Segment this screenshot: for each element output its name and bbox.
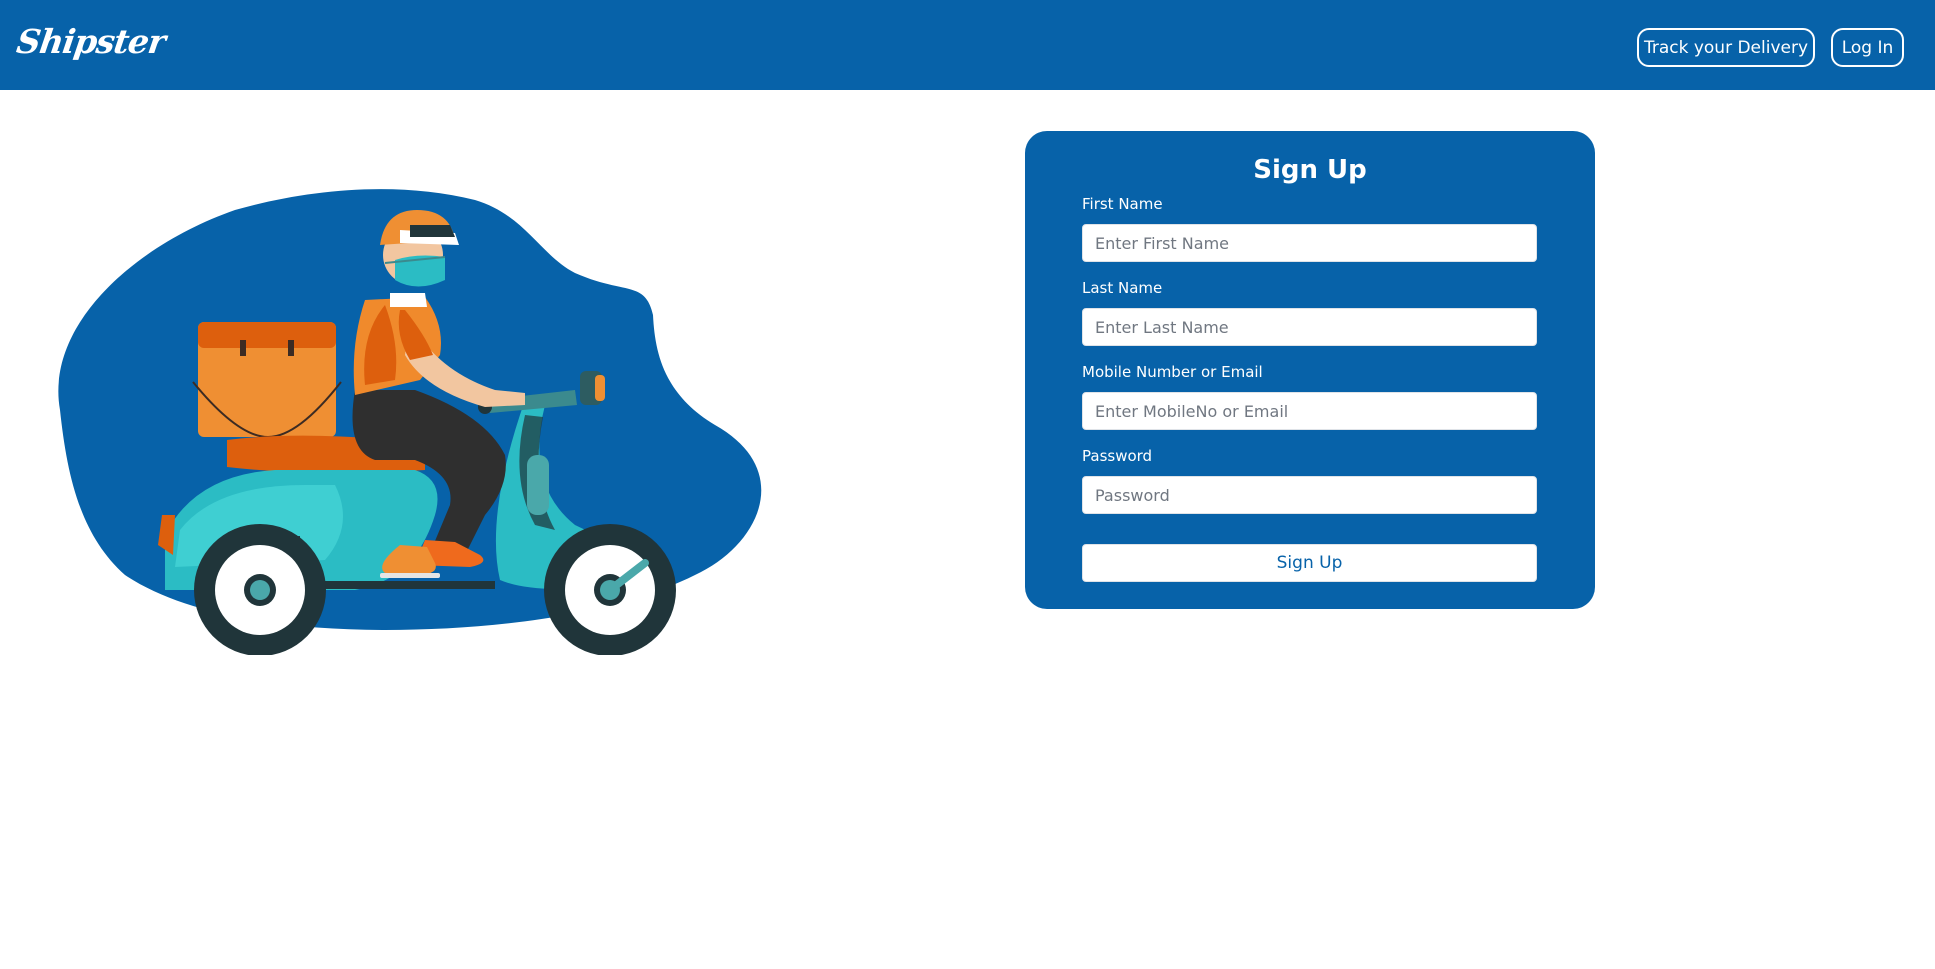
rear-wheel xyxy=(194,524,326,656)
top-navigation-bar: Shipster Track your Delivery Log In xyxy=(0,0,1935,90)
password-label: Password xyxy=(1082,447,1153,465)
brand-logo[interactable]: Shipster xyxy=(14,22,167,61)
last-name-label: Last Name xyxy=(1082,279,1163,297)
signup-form: Sign Up First Name Last Name Mobile Numb… xyxy=(1025,131,1595,609)
scooter-floorboard xyxy=(325,581,495,589)
login-button[interactable]: Log In xyxy=(1831,28,1904,67)
delivery-box xyxy=(192,322,342,439)
delivery-illustration xyxy=(55,185,775,656)
mobile-or-email-input[interactable] xyxy=(1082,392,1537,430)
track-delivery-button[interactable]: Track your Delivery xyxy=(1637,28,1815,67)
password-input[interactable] xyxy=(1082,476,1537,514)
first-name-label: First Name xyxy=(1082,195,1163,213)
contact-label: Mobile Number or Email xyxy=(1082,363,1263,381)
signup-submit-button[interactable]: Sign Up xyxy=(1082,544,1537,582)
front-wheel xyxy=(544,524,676,656)
delivery-scooter-rider-icon xyxy=(58,189,762,656)
first-name-input[interactable] xyxy=(1082,224,1537,262)
signup-title: Sign Up xyxy=(1253,155,1367,185)
last-name-input[interactable] xyxy=(1082,308,1537,346)
